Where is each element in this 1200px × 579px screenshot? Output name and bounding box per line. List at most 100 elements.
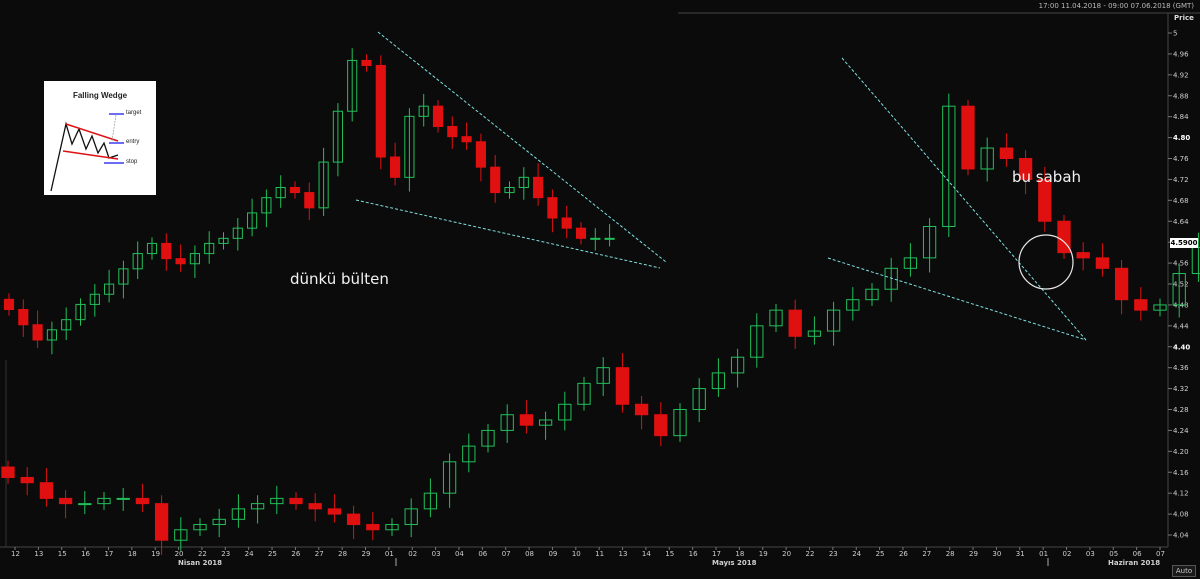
- x-tick-label: 27: [315, 550, 324, 558]
- auto-scale-button[interactable]: Auto: [1172, 565, 1196, 577]
- left-candle: [361, 59, 372, 67]
- x-tick-label: 01: [1039, 550, 1048, 558]
- falling-wedge-inset: Falling Wedge target entry stop: [44, 81, 156, 195]
- left-candle: [475, 141, 486, 168]
- left-candle: [447, 126, 458, 138]
- x-tick-label: 13: [34, 550, 43, 558]
- x-tick-label: 31: [1016, 550, 1025, 558]
- x-tick-label: 28: [946, 550, 955, 558]
- x-tick-label: 25: [268, 550, 277, 558]
- right-candle: [289, 497, 303, 505]
- right-candle: [634, 403, 649, 416]
- right-candle: [1, 466, 15, 478]
- chart-canvas: 4.04 4.08 4.12 4.16 4.20 4.24 4.28 4.32 4.36 4.40…: [0, 12, 1200, 567]
- x-tick-label: 28: [338, 550, 347, 558]
- y-tick-label: 4.36: [1173, 364, 1189, 372]
- right-candle: [519, 414, 534, 426]
- date-range-label: 17:00 11.04.2018 - 09:00 07.06.2018 (GMT…: [1038, 2, 1194, 10]
- left-candle: [432, 105, 444, 127]
- y-tick-label: 4.76: [1173, 155, 1189, 163]
- x-tick-label: 24: [245, 550, 254, 558]
- left-candle: [304, 192, 315, 209]
- inset-target-label: target: [126, 110, 142, 116]
- left-candle: [32, 324, 43, 341]
- left-candle: [547, 197, 558, 219]
- x-tick-label: 12: [11, 550, 20, 558]
- y-tick-label: 4.88: [1173, 92, 1189, 100]
- left-candle: [604, 237, 615, 240]
- y-tick-label: 4.52: [1173, 281, 1189, 289]
- left-candle: [590, 237, 601, 240]
- x-tick-label: 07: [1156, 550, 1165, 558]
- breakout-circle: [1018, 234, 1074, 290]
- right-candle: [1095, 257, 1110, 269]
- price-axis-title: Price: [1174, 14, 1194, 22]
- y-tick-label: 4.32: [1173, 385, 1189, 393]
- left-chart-annotation: dünkü bülten: [290, 270, 389, 288]
- left-wedge-upper-line: [377, 31, 667, 263]
- wedge-diagram: [50, 113, 124, 192]
- x-tick-label: 08: [525, 550, 534, 558]
- left-candle: [575, 227, 587, 239]
- x-tick-label: 03: [1086, 550, 1095, 558]
- y-tick-label: 4.96: [1173, 50, 1189, 58]
- y-tick-label: 4.56: [1173, 260, 1189, 268]
- right-candle: [308, 503, 322, 510]
- left-candle: [175, 258, 186, 265]
- x-tick-label: 03: [432, 550, 441, 558]
- right-candle: [1134, 299, 1148, 311]
- right-candle: [1057, 220, 1071, 254]
- right-chart-annotation: bu sabah: [1012, 168, 1082, 186]
- x-tick-label: 20: [175, 550, 184, 558]
- x-tick-label: 26: [899, 550, 908, 558]
- x-tick-label: 11: [595, 550, 604, 558]
- y-tick-label: 4.92: [1173, 71, 1189, 79]
- x-tick-label: 27: [922, 550, 931, 558]
- x-tick-label: 29: [969, 550, 978, 558]
- right-candle: [154, 503, 169, 541]
- right-candle: [654, 414, 668, 437]
- period-label: Nisan 2018: [178, 559, 222, 567]
- last-price-tag: 4.5900: [1170, 238, 1198, 248]
- left-candle: [18, 309, 29, 326]
- right-candle: [961, 105, 975, 170]
- x-tick-label: 17: [104, 550, 113, 558]
- right-candle: [366, 524, 380, 531]
- right-candle: [615, 367, 630, 405]
- y-tick-label: 4.28: [1173, 406, 1189, 414]
- right-candle: [78, 503, 92, 506]
- x-tick-label: 02: [408, 550, 417, 558]
- x-tick-label: 17: [712, 550, 721, 558]
- left-candle: [289, 187, 301, 194]
- left-candle: [161, 242, 172, 260]
- y-tick-label: 4.80: [1173, 134, 1190, 142]
- x-tick-label: 06: [478, 550, 487, 558]
- y-tick-label: 4.12: [1173, 490, 1189, 498]
- x-tick-label: 25: [876, 550, 885, 558]
- x-tick-label: 19: [759, 550, 768, 558]
- x-tick-label: 18: [128, 550, 137, 558]
- right-candle: [39, 482, 54, 499]
- x-tick-label: 22: [198, 550, 207, 558]
- x-tick-label: 15: [665, 550, 674, 558]
- x-tick-label: 04: [455, 550, 464, 558]
- period-label: Mayıs 2018: [712, 559, 757, 567]
- x-tick-label: 13: [619, 550, 628, 558]
- y-tick-label: 4.08: [1173, 511, 1189, 519]
- right-candle: [20, 476, 34, 484]
- right-candle: [1114, 267, 1129, 301]
- x-tick-label: 18: [735, 550, 744, 558]
- x-tick-label: 05: [1109, 550, 1118, 558]
- right-candle: [1076, 252, 1090, 259]
- x-tick-label: 23: [221, 550, 230, 558]
- y-tick-label: 4.20: [1173, 448, 1189, 456]
- x-tick-label: 14: [642, 550, 651, 558]
- y-tick-label: 4.04: [1173, 532, 1189, 540]
- left-candle: [3, 298, 15, 311]
- left-candle: [533, 176, 544, 199]
- x-tick-label: 09: [548, 550, 557, 558]
- left-candle: [390, 156, 401, 178]
- right-candle: [327, 508, 342, 515]
- x-tick-label: 16: [689, 550, 698, 558]
- right-candle: [788, 309, 802, 337]
